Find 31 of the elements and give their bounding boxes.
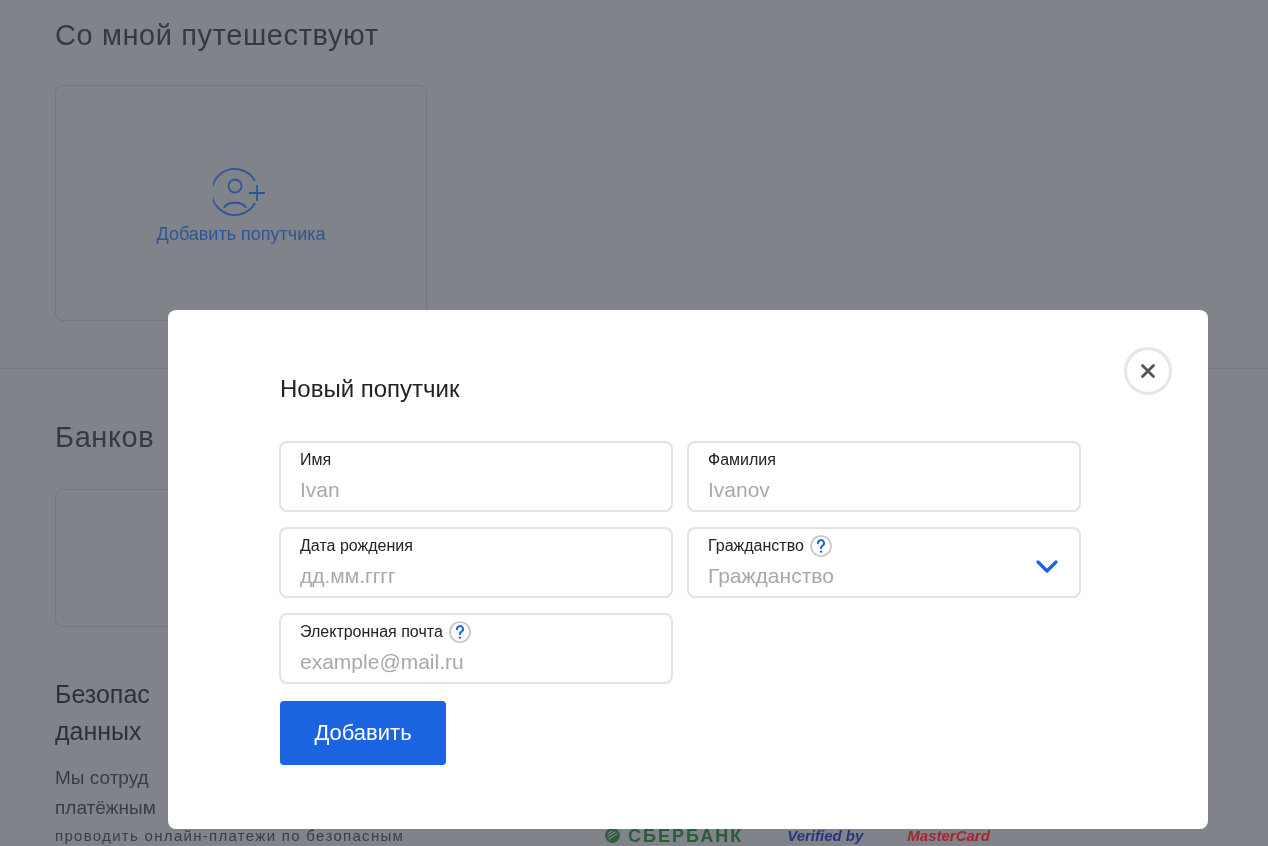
- text-field[interactable]: Имя Ivan: [279, 441, 673, 512]
- section-heading: Со мной путешествуют: [55, 18, 379, 53]
- help-icon[interactable]: [809, 535, 832, 557]
- text-input[interactable]: example@mail.ru: [300, 648, 652, 676]
- help-icon[interactable]: [448, 621, 471, 643]
- paragraph-line: Мы сотруд: [55, 766, 149, 790]
- text-input[interactable]: Ivan: [300, 476, 652, 504]
- field-label: Дата рождения: [300, 536, 413, 556]
- logo-text: СБЕРБАНК: [628, 827, 744, 844]
- field-label: Электронная почта: [300, 622, 443, 642]
- section-heading: данных: [55, 716, 142, 747]
- paragraph-line: проводить онлайн-платежи по безопасным: [55, 828, 405, 843]
- logo-text: Verified by: [787, 827, 864, 844]
- add-button[interactable]: Добавить: [280, 701, 446, 765]
- chevron-down-icon: [1036, 560, 1058, 574]
- text-input[interactable]: Ivanov: [708, 476, 1060, 504]
- logo-text: MasterCard: [907, 827, 990, 844]
- section-heading: Безопас: [55, 679, 150, 710]
- field-label: Имя: [300, 450, 332, 470]
- field-label: Фамилия: [708, 450, 776, 470]
- field-label: Гражданство: [708, 536, 804, 556]
- text-field[interactable]: Фамилия Ivanov: [687, 441, 1081, 512]
- dialog-title: Новый попутчик: [280, 374, 460, 404]
- select-field[interactable]: Гражданство Гражданство: [687, 527, 1081, 598]
- logo-icon: [605, 828, 620, 843]
- text-input[interactable]: дд.мм.гггг: [300, 562, 652, 590]
- section-heading: Банков: [55, 420, 155, 455]
- paragraph-line: платёжным: [55, 796, 156, 820]
- text-field[interactable]: Дата рождения дд.мм.гггг: [279, 527, 673, 598]
- close-button[interactable]: [1124, 347, 1172, 395]
- text-field[interactable]: Электронная почта example@mail.ru: [279, 613, 673, 684]
